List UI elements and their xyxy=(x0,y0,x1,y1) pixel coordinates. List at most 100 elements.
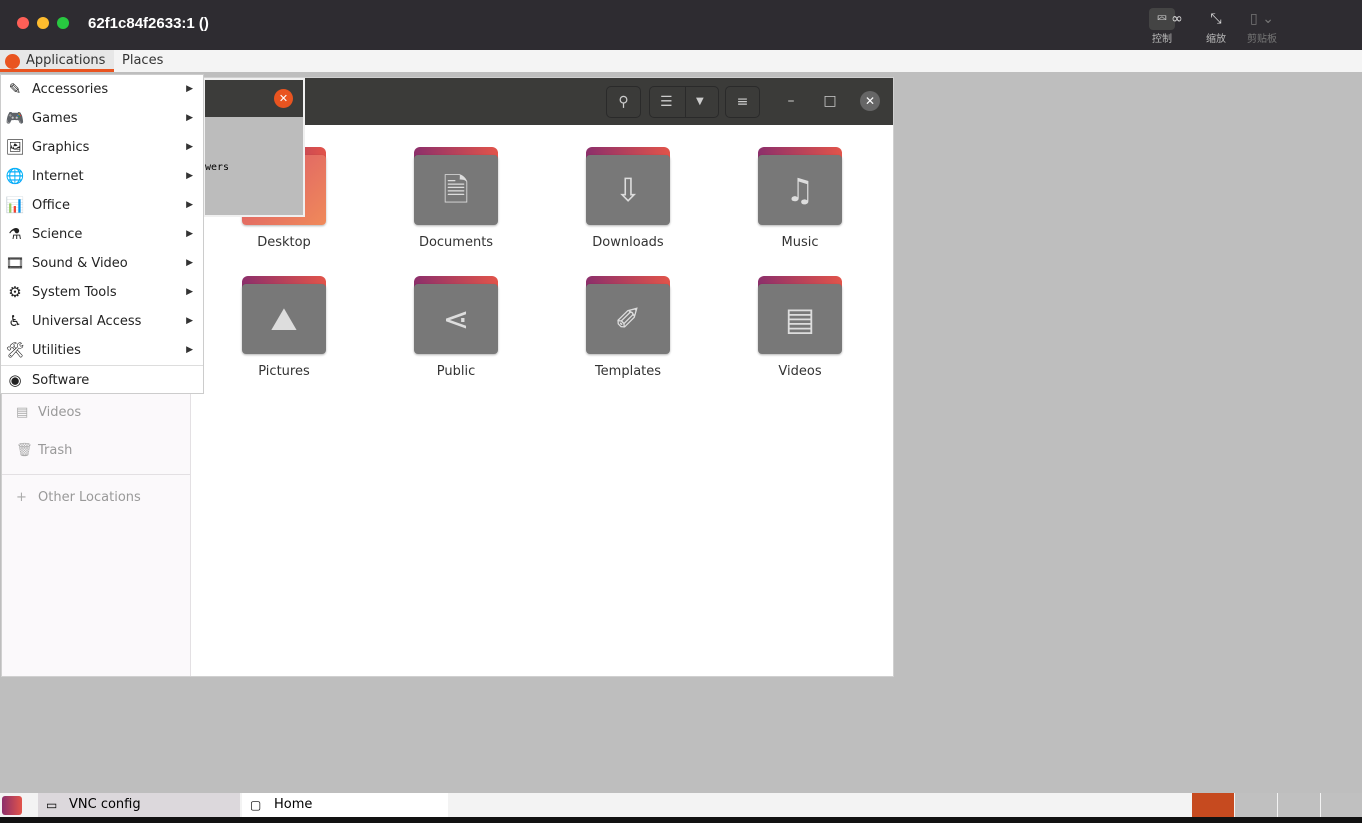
task-label: VNC config xyxy=(69,797,141,812)
menu-item-label: System Tools xyxy=(32,285,117,300)
submenu-arrow-icon: ▶ xyxy=(186,142,193,152)
clipboard-label: 剪贴板 xyxy=(1247,34,1277,45)
bottom-edge xyxy=(0,817,1362,823)
vnc-config-dialog: ✕ wers xyxy=(203,78,305,217)
binoculars-icon: ∞ xyxy=(1171,11,1183,27)
workspace-4[interactable] xyxy=(1321,793,1362,817)
menu-item-software[interactable]: ◉ Software xyxy=(1,365,203,394)
film-icon: ▤ xyxy=(16,405,29,420)
folder-label: Documents xyxy=(418,235,494,250)
folder-label: Music xyxy=(781,235,819,250)
software-icon: ◉ xyxy=(8,371,22,389)
top-panel: Applications Places xyxy=(0,50,1362,72)
folder-templates[interactable]: ✐ Templates xyxy=(573,276,683,379)
folder-label: Pictures xyxy=(258,364,310,379)
folder-glyph-icon: 🗎 xyxy=(414,155,498,225)
menu-button[interactable]: ≡ xyxy=(725,86,760,118)
task-vnc-config[interactable]: ▭ VNC config xyxy=(38,793,240,817)
folder-documents[interactable]: 🗎 Documents xyxy=(401,147,511,250)
submenu-arrow-icon: ▶ xyxy=(186,287,193,297)
menu-item-sound-video[interactable]: 🎞 Sound & Video ▶ xyxy=(1,249,203,278)
folder-music[interactable]: ♫ Music xyxy=(745,147,855,250)
close-window-button[interactable] xyxy=(17,17,29,29)
sidebar-divider xyxy=(2,474,191,475)
ubuntu-logo-icon xyxy=(5,54,20,69)
menu-item-accessories[interactable]: ✎ Accessories ▶ xyxy=(1,75,203,104)
folder-icon: ▤ xyxy=(758,276,842,354)
submenu-arrow-icon: ▶ xyxy=(186,316,193,326)
menu-item-internet[interactable]: 🌐 Internet ▶ xyxy=(1,162,203,191)
sidebar-item-label: Other Locations xyxy=(38,490,141,505)
submenu-arrow-icon: ▶ xyxy=(186,200,193,210)
zoom-label: 缩放 xyxy=(1206,34,1226,45)
places-menu-button[interactable]: Places xyxy=(116,50,169,72)
folder-icon: 🗎 xyxy=(414,147,498,225)
folder-label: Desktop xyxy=(257,235,311,250)
workspace-3[interactable] xyxy=(1278,793,1320,817)
sidebar-item-videos[interactable]: ▤ Videos xyxy=(16,403,81,423)
menu-item-science[interactable]: ⚗ Science ▶ xyxy=(1,220,203,249)
globe-icon: 🌐 xyxy=(5,167,25,185)
show-desktop-icon[interactable] xyxy=(2,796,22,815)
list-view-icon: ☰ xyxy=(660,94,673,110)
clipboard-icon: ▯ ⌄ xyxy=(1250,11,1274,27)
folder-icon: ⛰ xyxy=(242,276,326,354)
folder-glyph-icon: ⛰ xyxy=(242,284,326,354)
submenu-arrow-icon: ▶ xyxy=(186,258,193,268)
zoom-button[interactable]: ⤡ 缩放 xyxy=(1196,8,1236,45)
search-icon: ⚲ xyxy=(618,94,629,110)
menu-item-system-tools[interactable]: ⚙ System Tools ▶ xyxy=(1,278,203,307)
resize-icon: ⤡ xyxy=(1210,11,1222,27)
submenu-arrow-icon: ▶ xyxy=(186,113,193,123)
folder-label: Templates xyxy=(594,364,662,379)
dialog-text: wers xyxy=(205,162,230,173)
applications-label: Applications xyxy=(26,53,106,68)
folder-public[interactable]: ⋖ Public xyxy=(401,276,511,379)
menu-item-label: Science xyxy=(32,227,83,242)
folder-label: Public xyxy=(436,364,476,379)
folder-icon: ⇩ xyxy=(586,147,670,225)
sidebar-item-label: Videos xyxy=(38,405,82,420)
gear-icon: ⚙ xyxy=(8,283,22,301)
search-button[interactable]: ⚲ xyxy=(606,86,641,118)
view-toggle[interactable]: ☰ ▼ xyxy=(649,86,719,118)
folder-pictures[interactable]: ⛰ Pictures xyxy=(229,276,339,379)
folder-icon: ⋖ xyxy=(414,276,498,354)
maximize-button[interactable]: □ xyxy=(816,86,844,118)
clipboard-button[interactable]: ▯ ⌄ 剪贴板 xyxy=(1242,8,1282,45)
sidebar-item-other-locations[interactable]: + Other Locations xyxy=(16,488,141,508)
folder-videos[interactable]: ▤ Videos xyxy=(745,276,855,379)
folder-glyph-icon: ▤ xyxy=(758,284,842,354)
menu-item-games[interactable]: 🎮 Games ▶ xyxy=(1,104,203,133)
menu-item-universal-access[interactable]: ♿ Universal Access ▶ xyxy=(1,307,203,336)
folder-icon: ♫ xyxy=(758,147,842,225)
minimize-window-button[interactable] xyxy=(37,17,49,29)
accessories-icon: ✎ xyxy=(8,80,22,98)
maximize-window-button[interactable] xyxy=(57,17,69,29)
menu-item-utilities[interactable]: 🛠 Utilities ▶ xyxy=(1,336,203,365)
chevron-down-icon[interactable]: ▼ xyxy=(696,87,704,117)
menu-item-label: Graphics xyxy=(32,140,90,155)
menu-item-label: Utilities xyxy=(32,343,81,358)
folder-icon: ▢ xyxy=(250,798,262,812)
close-button[interactable]: ✕ xyxy=(860,91,880,111)
menu-item-graphics[interactable]: 🖼 Graphics ▶ xyxy=(1,133,203,162)
applications-menu: ✎ Accessories ▶ 🎮 Games ▶ 🖼 Graphics ▶ 🌐 Internet ▶… xyxy=(0,74,204,394)
folder-downloads[interactable]: ⇩ Downloads xyxy=(573,147,683,250)
sidebar-item-trash[interactable]: 🗑 Trash xyxy=(16,441,72,461)
film-icon: 🎞 xyxy=(5,254,25,272)
task-home[interactable]: ▢ Home xyxy=(242,793,448,817)
utilities-icon: 🛠 xyxy=(5,341,25,359)
applications-menu-button[interactable]: Applications xyxy=(0,50,114,72)
workspace-1[interactable] xyxy=(1192,793,1234,817)
folder-label: Downloads xyxy=(592,235,664,250)
dialog-close-button[interactable]: ✕ xyxy=(274,89,293,108)
workspace-2[interactable] xyxy=(1235,793,1277,817)
menu-item-office[interactable]: 📊 Office ▶ xyxy=(1,191,203,220)
accessibility-icon: ♿ xyxy=(8,312,22,330)
menu-item-label: Internet xyxy=(32,169,84,184)
view-button[interactable]: ∞ xyxy=(1157,8,1197,30)
menu-item-label: Software xyxy=(32,373,90,388)
minimize-button[interactable]: – xyxy=(777,86,805,118)
submenu-arrow-icon: ▶ xyxy=(186,171,193,181)
